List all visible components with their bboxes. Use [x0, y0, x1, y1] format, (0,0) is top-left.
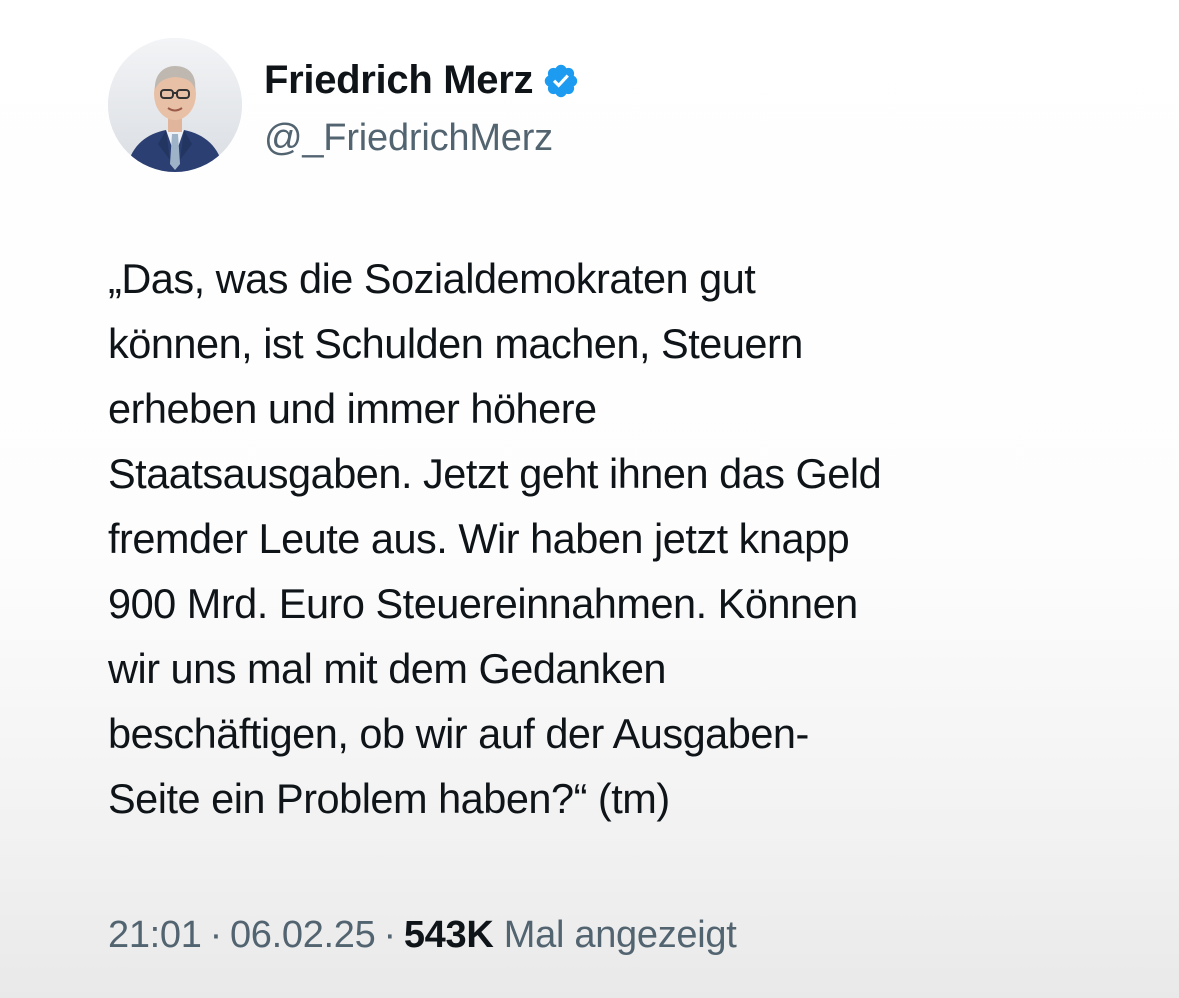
verified-badge-icon[interactable]	[542, 62, 580, 100]
name-row: Friedrich Merz	[264, 51, 580, 111]
author-handle[interactable]: @_FriedrichMerz	[264, 117, 580, 160]
tweet-text: „Das, was die Sozialdemokraten gut könne…	[108, 246, 1118, 831]
tweet-text-line: wir uns mal mit dem Gedanken	[108, 645, 667, 692]
tweet-text-line: erheben und immer höhere	[108, 385, 597, 432]
tweet-text-line: beschäftigen, ob wir auf der Ausgaben-	[108, 710, 809, 757]
tweet-card: Friedrich Merz @_FriedrichMerz „Das, was…	[0, 0, 1179, 998]
tweet-text-line: fremder Leute aus. Wir haben jetzt knapp	[108, 515, 850, 562]
author-identity: Friedrich Merz @_FriedrichMerz	[264, 51, 580, 160]
display-name[interactable]: Friedrich Merz	[264, 58, 534, 103]
tweet-text-line: Staatsausgaben. Jetzt geht ihnen das Gel…	[108, 450, 882, 497]
avatar[interactable]	[108, 38, 242, 172]
tweet-text-line: „Das, was die Sozialdemokraten gut	[108, 255, 756, 302]
meta-separator: ·	[383, 914, 396, 956]
tweet-header: Friedrich Merz @_FriedrichMerz	[108, 38, 580, 172]
tweet-time[interactable]: 21:01	[108, 914, 202, 956]
views-count: 543K	[403, 914, 494, 956]
tweet-text-line: können, ist Schulden machen, Steuern	[108, 320, 803, 367]
tweet-text-line: Seite ein Problem haben?“ (tm)	[108, 775, 670, 822]
avatar-portrait-icon	[108, 38, 242, 172]
meta-separator: ·	[209, 914, 223, 956]
tweet-text-line: 900 Mrd. Euro Steuereinnahmen. Können	[108, 580, 858, 627]
tweet-date[interactable]: 06.02.25	[230, 914, 376, 956]
views-label: Mal angezeigt	[503, 914, 737, 956]
tweet-meta: 21:01 · 06.02.25 · 543K Mal angezeigt	[108, 914, 737, 957]
